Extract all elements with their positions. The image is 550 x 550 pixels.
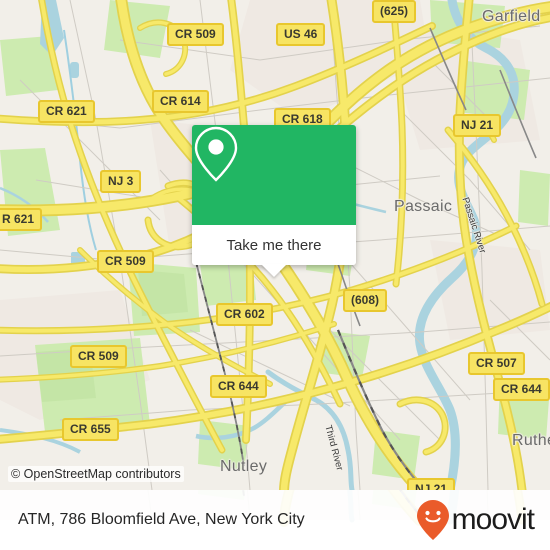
road-shield[interactable]: R 621 [0,208,43,231]
road-shield[interactable]: CR 509 [167,23,224,46]
map-popup-card[interactable]: Take me there [192,125,356,277]
road-shield[interactable]: CR 507 [468,352,525,375]
road-shield[interactable]: (625) [372,0,417,23]
popup-card-tail [261,264,287,277]
popup-card-action[interactable]: Take me there [192,225,356,265]
road-shield[interactable]: CR 644 [210,375,267,398]
road-shield[interactable]: NJ 3 [100,170,142,193]
footer-bar: ATM, 786 Bloomfield Ave, New York City m… [0,490,550,550]
moovit-map-screenshot: Garfield Passaic Nutley Ruthe Passaic Ri… [0,0,550,550]
moovit-wordmark: moovit [451,503,535,536]
road-shield[interactable]: CR 644 [493,378,550,401]
road-shield[interactable]: NJ 21 [453,114,502,137]
location-pin-icon [194,126,238,182]
road-shield[interactable]: US 46 [276,23,326,46]
road-shield[interactable]: (608) [343,289,388,312]
road-shield[interactable]: CR 509 [97,250,154,273]
road-shield[interactable]: CR 614 [152,90,209,113]
location-title: ATM, 786 Bloomfield Ave, New York City [18,511,305,528]
road-shield[interactable]: CR 602 [216,303,273,326]
road-shield[interactable]: CR 509 [70,345,127,368]
take-me-there-label: Take me there [226,236,322,254]
road-shield[interactable]: NJ 21 [407,478,456,490]
map-canvas[interactable]: Garfield Passaic Nutley Ruthe Passaic Ri… [0,0,550,490]
road-shield[interactable]: CR 655 [62,418,119,441]
popup-card-header [192,125,356,225]
osm-attribution[interactable]: © OpenStreetMap contributors [8,466,184,482]
moovit-brand[interactable]: moovit [416,499,535,541]
road-shield[interactable]: CR 621 [38,100,95,123]
moovit-smiley-pin-icon [416,500,449,540]
